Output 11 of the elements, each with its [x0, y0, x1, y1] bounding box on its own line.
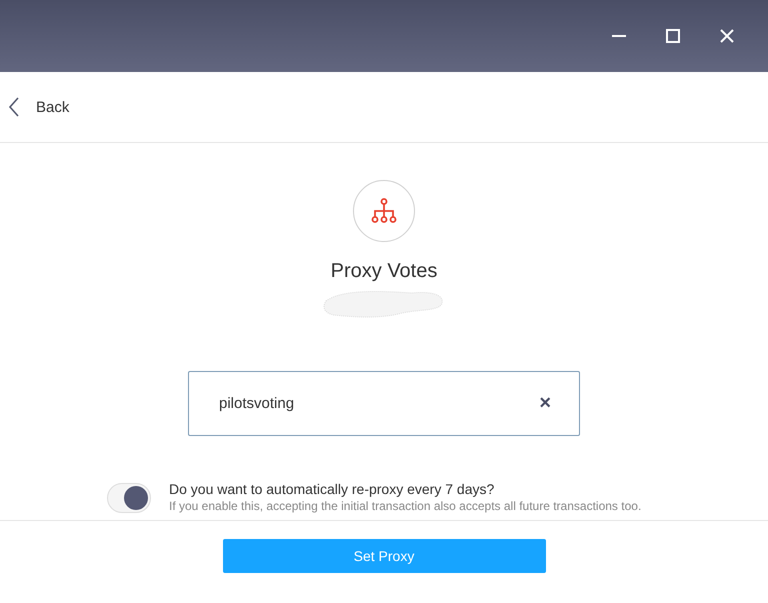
hierarchy-icon: [371, 198, 397, 224]
proxy-input-field[interactable]: pilotsvoting ×: [188, 371, 580, 436]
back-icon[interactable]: [8, 97, 20, 117]
close-icon[interactable]: [719, 28, 735, 44]
question-text: Do you want to automatically re-proxy every 7 days?: [169, 481, 496, 497]
page-title: Proxy Votes: [330, 260, 438, 283]
maximize-icon[interactable]: [665, 28, 681, 44]
hint-text: If you enable this, accepting the initial transaction also accepts all future transactions too.: [169, 500, 642, 514]
clear-icon[interactable]: ×: [539, 392, 551, 415]
toggle-switch[interactable]: [107, 483, 151, 513]
back-link[interactable]: Back: [36, 98, 70, 116]
